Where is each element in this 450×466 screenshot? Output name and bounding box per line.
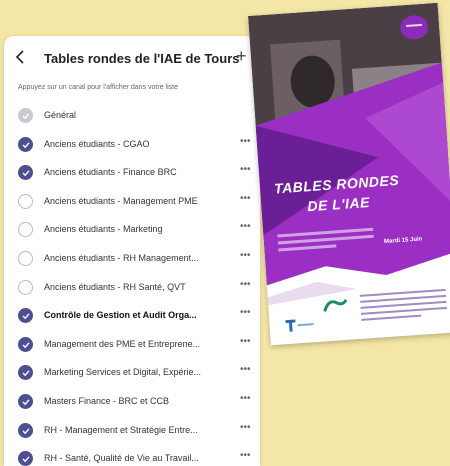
channel-row[interactable]: Anciens étudiants - RH Management... •••	[4, 245, 260, 274]
hint-text: Appuyez sur un canal pour l'afficher dan…	[18, 84, 178, 91]
contact-block	[359, 288, 448, 325]
channel-checkbox[interactable]	[18, 165, 33, 181]
checkmark-icon	[22, 342, 30, 348]
channel-row[interactable]: Management des PME et Entreprene... •••	[4, 331, 260, 360]
channel-label: Anciens étudiants - CGAO	[44, 138, 150, 149]
channel-checkbox[interactable]	[18, 193, 33, 209]
channel-checkbox[interactable]	[18, 308, 33, 324]
channel-checkbox[interactable]	[18, 136, 33, 152]
channel-label: RH - Management et Stratégie Entre...	[44, 424, 198, 435]
channel-label: Général	[44, 110, 77, 120]
channel-label: Anciens étudiants - RH Management...	[44, 252, 199, 263]
more-options-icon[interactable]: •••	[240, 250, 251, 261]
channel-label: RH - Santé, Qualité de Vie au Travail...	[44, 453, 199, 464]
page-title: Tables rondes de l'IAE de Tours	[44, 51, 240, 66]
channel-row[interactable]: Anciens étudiants - Marketing •••	[4, 216, 260, 245]
add-icon[interactable]: +	[236, 46, 247, 67]
top-bar: Tables rondes de l'IAE de Tours +	[4, 36, 260, 80]
more-options-icon[interactable]: •••	[240, 393, 251, 404]
channel-row[interactable]: Général	[4, 102, 260, 131]
checkmark-icon	[22, 399, 30, 406]
channel-row[interactable]: Anciens étudiants - RH Santé, QVT •••	[4, 274, 260, 303]
channel-label: Marketing Services et Digital, Expérie..…	[44, 367, 202, 378]
checkmark-icon	[22, 113, 30, 120]
event-poster-image: TABLES RONDES DE L'IAE Mardi 15 Juin	[248, 2, 450, 346]
checkmark-icon	[22, 427, 30, 434]
channel-checkbox[interactable]	[18, 393, 33, 409]
checkmark-icon	[22, 370, 30, 377]
checkmark-icon	[22, 170, 30, 177]
back-chevron-icon[interactable]	[12, 48, 30, 66]
channel-label: Masters Finance - BRC et CCB	[44, 395, 170, 406]
channel-checkbox[interactable]	[18, 422, 33, 438]
channel-row[interactable]: Masters Finance - BRC et CCB •••	[4, 388, 260, 417]
channel-list: Général Anciens étudiants - CGAO ••• Ancien…	[4, 102, 260, 466]
channel-label: Management des PME et Entreprene...	[44, 338, 201, 349]
checkmark-icon	[22, 313, 30, 320]
more-options-icon[interactable]: •••	[240, 221, 251, 232]
channel-checkbox[interactable]	[18, 365, 33, 381]
channel-checkbox[interactable]	[18, 336, 33, 352]
channel-checkbox[interactable]	[18, 451, 33, 466]
more-options-icon[interactable]: •••	[240, 193, 251, 204]
channel-row[interactable]: Anciens étudiants - Finance BRC •••	[4, 159, 260, 188]
channel-label: Anciens étudiants - RH Santé, QVT	[44, 281, 186, 292]
channel-row[interactable]: Contrôle de Gestion et Audit Orga... •••	[4, 302, 260, 331]
channel-picker-panel: Tables rondes de l'IAE de Tours + Appuye…	[4, 36, 260, 466]
credit-agricole-logo-icon	[323, 299, 348, 312]
channel-checkbox[interactable]	[18, 250, 33, 266]
channel-label: Contrôle de Gestion et Audit Orga...	[44, 310, 197, 321]
logo-badge-icon	[400, 15, 429, 40]
channel-row[interactable]: Marketing Services et Digital, Expérie..…	[4, 359, 260, 388]
channel-row[interactable]: Anciens étudiants - Management PME •••	[4, 188, 260, 217]
channel-label: Anciens étudiants - Management PME	[44, 195, 198, 206]
more-options-icon[interactable]: •••	[240, 307, 251, 318]
more-options-icon[interactable]: •••	[240, 450, 251, 461]
channel-row[interactable]: RH - Santé, Qualité de Vie au Travail...…	[4, 445, 260, 466]
more-options-icon[interactable]: •••	[240, 364, 251, 375]
channel-label: Anciens étudiants - Finance BRC	[44, 167, 177, 178]
channel-checkbox[interactable]	[18, 108, 33, 123]
channel-checkbox[interactable]	[18, 222, 33, 238]
more-options-icon[interactable]: •••	[240, 164, 251, 175]
channel-checkbox[interactable]	[18, 279, 33, 295]
checkmark-icon	[22, 456, 30, 463]
more-options-icon[interactable]: •••	[240, 422, 251, 433]
channel-row[interactable]: Anciens étudiants - CGAO •••	[4, 131, 260, 160]
channel-row[interactable]: RH - Management et Stratégie Entre... •••	[4, 417, 260, 446]
channel-label: Anciens étudiants - Marketing	[44, 224, 163, 235]
checkmark-icon	[22, 141, 30, 148]
more-options-icon[interactable]: •••	[240, 279, 251, 290]
more-options-icon[interactable]: •••	[240, 136, 251, 147]
university-logo-icon	[285, 319, 314, 332]
more-options-icon[interactable]: •••	[240, 336, 251, 347]
